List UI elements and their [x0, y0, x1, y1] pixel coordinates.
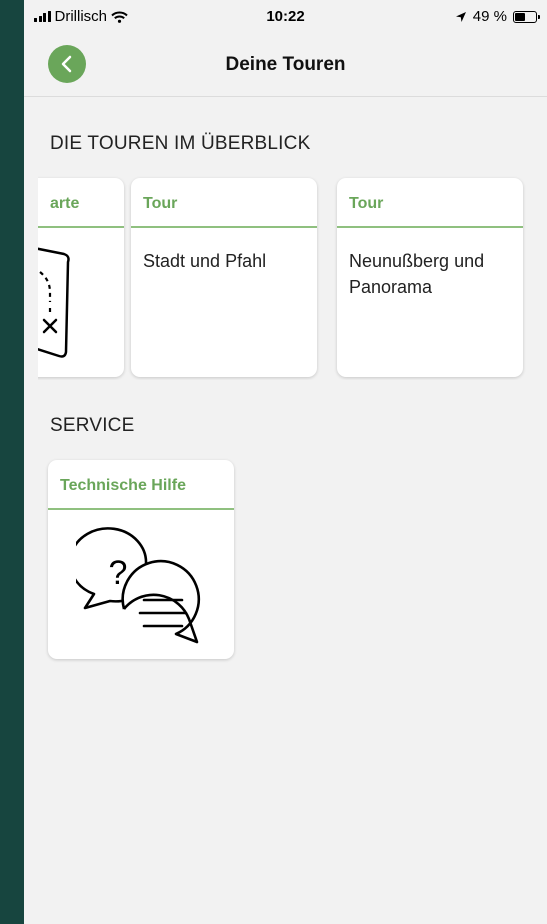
tour-card-map[interactable]: arte: [38, 178, 124, 377]
service-section-title: SERVICE: [50, 415, 135, 436]
location-arrow-icon: [455, 11, 466, 22]
card-title: Neunußberg und Panorama: [349, 251, 485, 297]
card-header: Technische Hilfe: [48, 460, 234, 510]
card-header: Tour: [337, 178, 523, 228]
background-frame: [0, 0, 24, 924]
navigation-bar: Deine Touren: [24, 32, 547, 97]
help-chat-icon: ?: [76, 527, 200, 644]
card-header: Tour: [131, 178, 317, 228]
status-right: 49 %: [455, 8, 540, 25]
treasure-map-icon: [38, 247, 70, 358]
service-card-technische-hilfe[interactable]: Technische Hilfe ?: [48, 460, 234, 659]
tours-carousel[interactable]: arte Tour Stadt und Pfahl Tour Neunußber…: [38, 176, 547, 380]
status-bar: Drillisch 10:22 49 %: [24, 0, 547, 32]
tours-section-title: DIE TOUREN IM ÜBERBLICK: [50, 133, 311, 154]
battery-label: 49 %: [472, 8, 507, 25]
tour-card-stadt-und-pfahl[interactable]: Tour Stadt und Pfahl: [131, 178, 317, 377]
app-screen: Drillisch 10:22 49 % Deine Touren DIE TO…: [24, 0, 547, 924]
card-title: Stadt und Pfahl: [143, 251, 267, 271]
battery-icon: [513, 10, 540, 23]
tour-card-neunussberg-und-panorama[interactable]: Tour Neunußberg und Panorama: [337, 178, 523, 377]
card-header: arte: [38, 178, 124, 228]
page-title: Deine Touren: [225, 54, 346, 75]
